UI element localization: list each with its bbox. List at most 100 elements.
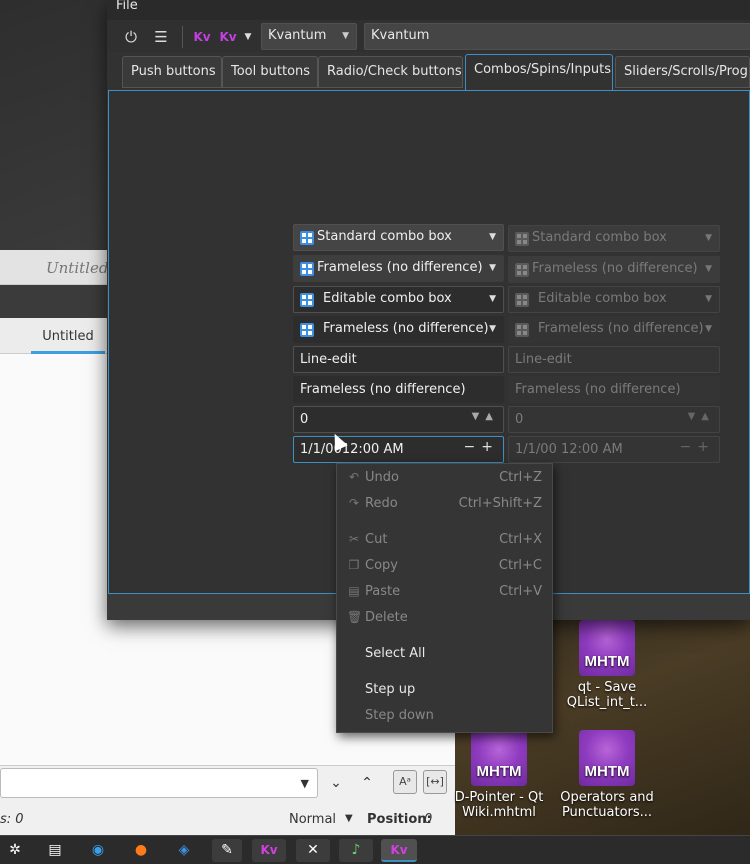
spin-arrows-icon[interactable]: ▼▲ bbox=[472, 411, 499, 422]
menu-item-redo[interactable]: ↷ Redo Ctrl+Shift+Z bbox=[337, 492, 552, 518]
tab-tool-buttons[interactable]: Tool buttons bbox=[222, 56, 318, 88]
menu-item-select-all[interactable]: Select All bbox=[337, 642, 552, 668]
spin-box[interactable]: 0 ▼▲ bbox=[293, 406, 504, 433]
plus-minus-icon[interactable]: −+ bbox=[464, 439, 499, 455]
menu-item-cut[interactable]: ✂ Cut Ctrl+X bbox=[337, 528, 552, 554]
datetime-edit-disabled: 1/1/00 12:00 AM −+ bbox=[508, 436, 720, 463]
desktop-icon-d-pointer[interactable]: MHTM D-Pointer - Qt Wiki.mhtml bbox=[444, 730, 554, 820]
tab-push-buttons[interactable]: Push buttons bbox=[122, 56, 222, 88]
menu-file[interactable]: File bbox=[116, 0, 138, 13]
context-menu: ↶ Undo Ctrl+Z ↷ Redo Ctrl+Shift+Z ✂ Cut … bbox=[336, 463, 553, 733]
status-mode[interactable]: Normal bbox=[289, 812, 336, 827]
style-combo[interactable]: Kvantum ▼ bbox=[261, 23, 357, 50]
chevron-down-icon: ▼ bbox=[489, 263, 496, 273]
spin-arrows-icon: ▼▲ bbox=[687, 411, 715, 422]
document-tab[interactable]: Untitled bbox=[31, 328, 105, 354]
app-launcher-icon[interactable]: ✲ bbox=[2, 839, 28, 862]
menu-item-step-up[interactable]: Step up bbox=[337, 678, 552, 704]
find-input[interactable]: ▼ bbox=[0, 768, 318, 798]
datetime-value: 1/1/00 12:00 AM bbox=[515, 442, 623, 457]
editable-frameless-combo-box-disabled: Frameless (no difference) ▼ bbox=[508, 316, 720, 343]
firefox-icon[interactable]: ● bbox=[128, 839, 154, 862]
kvantum-item-icon bbox=[300, 293, 314, 307]
text-editor-icon[interactable]: ✎ bbox=[212, 839, 242, 862]
chevron-down-icon: ▼ bbox=[489, 324, 496, 334]
scissors-icon: ✂ bbox=[348, 532, 360, 546]
chevron-down-icon: ▼ bbox=[342, 31, 349, 41]
status-left-text: s: 0 bbox=[0, 812, 24, 827]
editable-combo-box[interactable]: Editable combo box ▼ bbox=[293, 286, 504, 313]
line-edit-frameless[interactable]: Frameless (no difference) bbox=[293, 376, 504, 403]
chevron-down-icon[interactable]: ▼ bbox=[237, 26, 259, 48]
line-edit-disabled: Line-edit bbox=[508, 346, 720, 373]
kvantum-item-icon bbox=[515, 323, 529, 337]
document-title: Untitled bbox=[46, 259, 109, 277]
editable-combo-text: Editable combo box bbox=[323, 291, 452, 306]
find-next-button[interactable]: ⌄ bbox=[325, 772, 347, 794]
desktop-icon-operators[interactable]: MHTM Operators and Punctuators... bbox=[552, 730, 662, 820]
kvantum-item-icon bbox=[300, 262, 314, 276]
menu-item-step-down[interactable]: Step down bbox=[337, 704, 552, 730]
chevron-down-icon: ▼ bbox=[705, 233, 712, 243]
mhtm-file-icon: MHTM bbox=[471, 730, 527, 786]
standard-combo-text: Standard combo box bbox=[532, 230, 667, 245]
standard-combo-box-disabled: Standard combo box ▼ bbox=[508, 225, 720, 252]
desktop-icon-qt-save[interactable]: MHTM qt - Save QList_int_t... bbox=[552, 620, 662, 710]
editable-frameless-combo-text: Frameless (no difference) bbox=[538, 321, 704, 336]
kvantum-item-icon bbox=[515, 293, 529, 307]
taskbar: ✲ ▤ ◉ ● ◈ ✎ Kv ✕ ♪ Kv bbox=[0, 835, 750, 864]
frameless-combo-text: Frameless (no difference) bbox=[317, 260, 483, 275]
menu-item-copy[interactable]: ❐ Copy Ctrl+C bbox=[337, 554, 552, 580]
tools-icon[interactable]: ✕ bbox=[296, 839, 330, 862]
browser-icon[interactable]: ◉ bbox=[85, 839, 111, 862]
kvantum-item-icon bbox=[300, 323, 314, 337]
line-edit-frameless-disabled: Frameless (no difference) bbox=[508, 376, 720, 403]
toolbar: ⏻ ☰ Kv Kv ▼ Kvantum ▼ Kvantum bbox=[107, 20, 750, 52]
kvantum-task-icon[interactable]: Kv bbox=[252, 839, 286, 862]
menu-lines-icon[interactable]: ☰ bbox=[150, 26, 172, 48]
tab-sliders-scrolls[interactable]: Sliders/Scrolls/Progr bbox=[615, 56, 750, 88]
desktop-icon-label: Operators and Punctuators... bbox=[560, 790, 654, 820]
tab-bar: Push buttons Tool buttons Radio/Check bu… bbox=[107, 52, 750, 92]
match-case-button[interactable]: Aᵃ bbox=[393, 770, 417, 794]
menu-item-undo[interactable]: ↶ Undo Ctrl+Z bbox=[337, 466, 552, 492]
kvantum-item-icon bbox=[515, 232, 529, 246]
copy-icon: ❐ bbox=[348, 558, 360, 572]
theme-combo[interactable]: Kvantum bbox=[364, 23, 750, 50]
power-icon[interactable]: ⏻ bbox=[120, 26, 142, 48]
kvantum-active-task-icon[interactable]: Kv bbox=[381, 839, 417, 862]
task-manager-icon[interactable]: ▤ bbox=[42, 839, 68, 862]
editable-frameless-combo-text: Frameless (no difference) bbox=[323, 321, 489, 336]
datetime-edit-focused[interactable]: 1/1/0012:00 AM −+ bbox=[293, 436, 504, 463]
menu-item-paste[interactable]: ▤ Paste Ctrl+V bbox=[337, 580, 552, 606]
spin-box-value: 0 bbox=[515, 412, 524, 427]
kvantum-icon[interactable]: Kv bbox=[191, 26, 213, 48]
style-combo-value: Kvantum bbox=[268, 28, 327, 43]
toolbar-separator bbox=[182, 26, 183, 48]
tab-radio-check-buttons[interactable]: Radio/Check buttons bbox=[318, 56, 463, 88]
menu-item-delete[interactable]: 🗑 Delete bbox=[337, 606, 552, 632]
music-player-icon[interactable]: ♪ bbox=[339, 839, 373, 862]
status-position-label: Position: bbox=[367, 812, 432, 827]
document-statusbar: s: 0 Normal ▼ Position: 0 bbox=[0, 807, 455, 835]
standard-combo-box[interactable]: Standard combo box ▼ bbox=[293, 224, 504, 251]
kvantum-menu-icon[interactable]: Kv bbox=[217, 26, 239, 48]
line-edit[interactable]: Line-edit bbox=[293, 346, 504, 373]
chevron-down-icon: ▼ bbox=[705, 264, 712, 274]
chevron-down-icon: ▼ bbox=[705, 294, 712, 304]
mhtm-file-icon: MHTM bbox=[579, 620, 635, 676]
frameless-combo-box[interactable]: Frameless (no difference) ▼ bbox=[293, 255, 504, 282]
chevron-down-icon[interactable]: ▼ bbox=[301, 777, 309, 790]
kvantum-item-icon bbox=[300, 231, 314, 245]
tab-combos-spins-inputs[interactable]: Combos/Spins/Inputs bbox=[465, 54, 613, 92]
menu-bar: File bbox=[107, 0, 750, 20]
chevron-down-icon[interactable]: ▼ bbox=[345, 813, 353, 824]
desktop-icon-label: qt - Save QList_int_t... bbox=[566, 680, 648, 710]
file-manager-icon[interactable]: ◈ bbox=[171, 839, 197, 862]
plus-minus-icon: −+ bbox=[679, 439, 715, 455]
spin-box-value: 0 bbox=[300, 412, 309, 427]
find-previous-button[interactable]: ⌃ bbox=[356, 772, 378, 794]
editable-frameless-combo-box[interactable]: Frameless (no difference) ▼ bbox=[293, 316, 504, 343]
chevron-down-icon: ▼ bbox=[489, 232, 496, 242]
frameless-combo-box-disabled: Frameless (no difference) ▼ bbox=[508, 256, 720, 283]
